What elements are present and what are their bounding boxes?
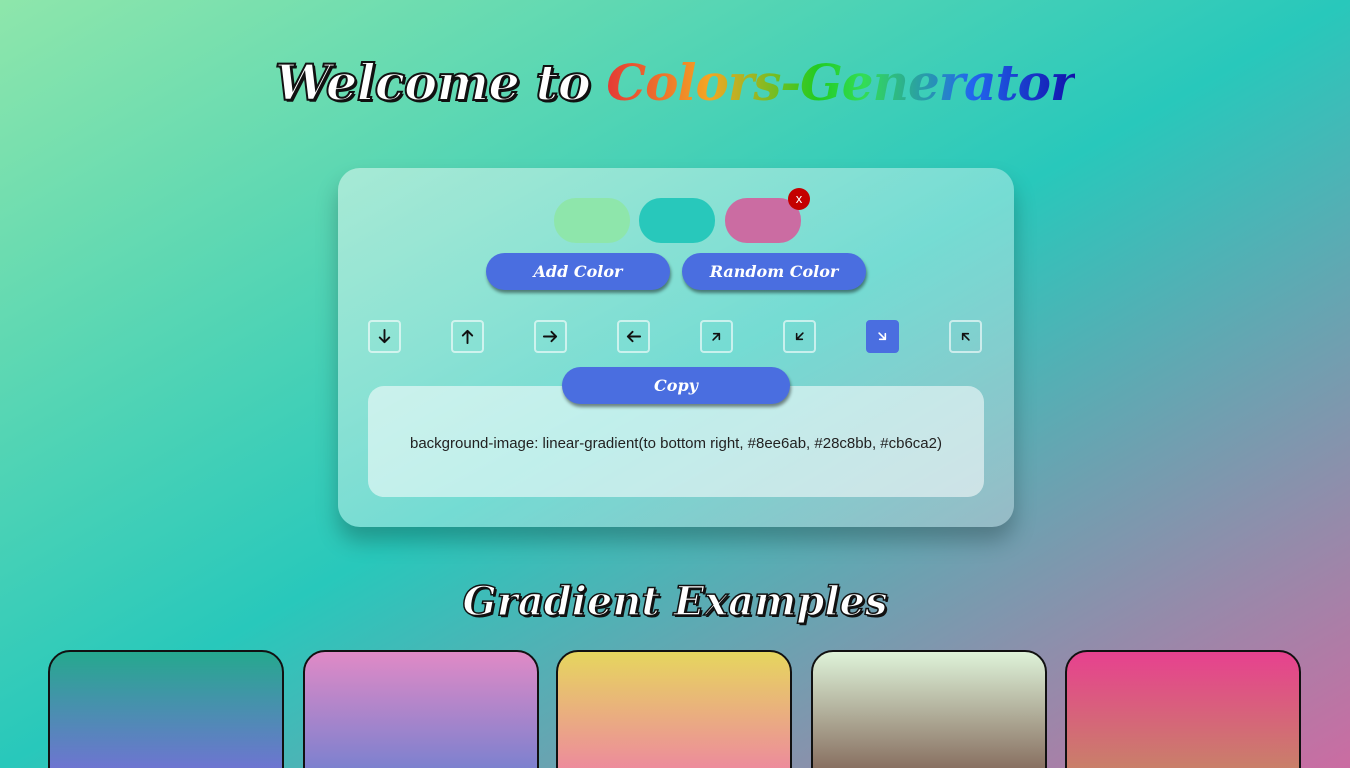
arrow-down-right-icon — [878, 332, 887, 341]
gradient-example-card[interactable] — [48, 650, 284, 768]
copy-button[interactable]: Copy — [562, 367, 790, 404]
arrow-left-icon — [626, 330, 642, 343]
add-color-button[interactable]: Add Color — [486, 253, 670, 290]
gradient-example-card[interactable] — [1065, 650, 1301, 768]
examples-title: Gradient Examples — [462, 577, 888, 626]
direction-button-arrow-left[interactable] — [617, 320, 650, 353]
direction-button-arrow-right[interactable] — [534, 320, 567, 353]
direction-button-arrow-up[interactable] — [451, 320, 484, 353]
arrow-down-icon — [378, 328, 391, 344]
remove-color-button[interactable]: x — [788, 188, 810, 210]
arrow-up-left-icon — [961, 332, 970, 341]
direction-button-arrow-down[interactable] — [368, 320, 401, 353]
direction-button-arrow-up-left[interactable] — [949, 320, 982, 353]
direction-button-arrow-up-right[interactable] — [700, 320, 733, 353]
color-swatch[interactable] — [639, 198, 715, 243]
arrow-up-icon — [461, 329, 474, 345]
gradient-example-card[interactable] — [811, 650, 1047, 768]
color-swatch[interactable] — [554, 198, 630, 243]
arrow-down-left-icon — [795, 332, 804, 341]
gradient-example-card[interactable] — [303, 650, 539, 768]
gradient-example-card[interactable] — [556, 650, 792, 768]
css-output-text: background-image: linear-gradient(to bot… — [409, 435, 942, 452]
arrow-up-right-icon — [712, 332, 721, 341]
random-color-button[interactable]: Random Color — [682, 253, 866, 290]
arrow-right-icon — [542, 330, 558, 343]
generator-card: x Add Color Random Color background-imag… — [338, 168, 1014, 527]
direction-button-arrow-down-left[interactable] — [783, 320, 816, 353]
brand-name: Colors-Generator — [606, 53, 1076, 112]
page-title: Welcome to Colors-Generator — [0, 48, 1350, 118]
direction-button-arrow-down-right[interactable] — [866, 320, 899, 353]
welcome-text: Welcome to — [274, 52, 607, 113]
